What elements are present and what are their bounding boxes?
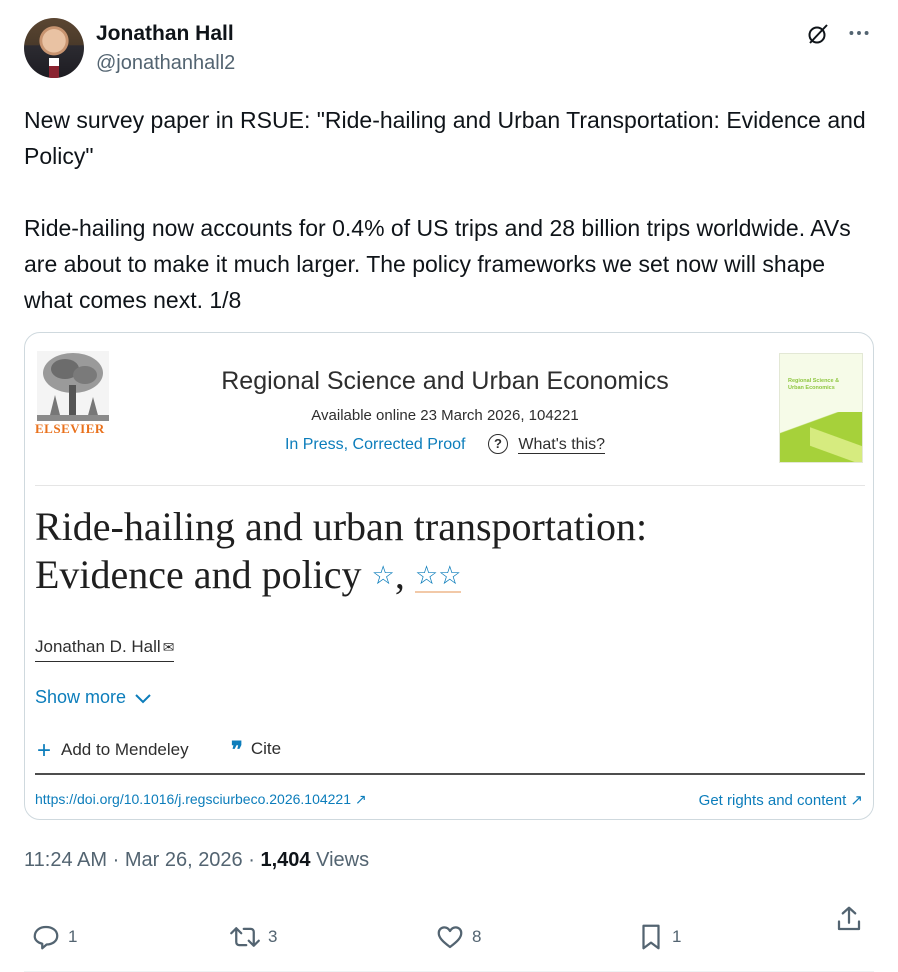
- show-more-button[interactable]: Show more: [35, 687, 152, 708]
- cite-button[interactable]: ❞ Cite: [231, 737, 281, 763]
- add-to-mendeley-button[interactable]: + Add to Mendeley: [37, 737, 189, 765]
- cover-title: Regional Science & Urban Economics: [788, 378, 840, 391]
- publisher-name: ELSEVIER: [35, 421, 105, 436]
- press-status[interactable]: In Press, Corrected Proof: [285, 436, 466, 453]
- show-more-label: Show more: [35, 687, 127, 707]
- quote-icon: ❞: [231, 737, 243, 763]
- grok-icon[interactable]: [806, 22, 830, 46]
- help-icon: ?: [487, 434, 508, 454]
- card-divider: [35, 485, 865, 486]
- paper-title: Ride-hailing and urban transportation: E…: [35, 503, 865, 600]
- double-star-icon[interactable]: ☆☆: [414, 561, 462, 593]
- avatar[interactable]: [24, 18, 84, 78]
- paper-author-link[interactable]: Jonathan D. Hall ✉: [35, 637, 175, 662]
- paper-title-line1: Ride-hailing and urban transportation:: [35, 504, 648, 549]
- journal-cover: Regional Science & Urban Economics: [779, 353, 863, 463]
- journal-title: Regional Science and Urban Economics: [221, 367, 669, 395]
- tweet-time[interactable]: 11:24 AM: [24, 849, 107, 871]
- share-button[interactable]: [834, 902, 870, 936]
- bookmark-button[interactable]: 1: [636, 920, 681, 954]
- tweet-meta: 11:24 AM · Mar 26, 2026 · 1,404 Views: [24, 849, 370, 871]
- chevron-down-icon: [135, 694, 151, 704]
- cite-label: Cite: [250, 739, 282, 758]
- star-icon[interactable]: ☆: [372, 561, 395, 591]
- author-handle[interactable]: @jonathanhall2: [96, 52, 235, 75]
- title-separator: ,: [394, 552, 405, 597]
- reply-button[interactable]: 1: [30, 920, 77, 954]
- tweet-text: New survey paper in RSUE: "Ride-hailing …: [24, 107, 866, 313]
- press-status-row: In Press, Corrected Proof ? What's this?: [145, 434, 745, 454]
- action-bar: 1 3 8 1: [24, 900, 874, 972]
- repost-icon: [230, 927, 260, 947]
- heart-icon: [437, 926, 463, 949]
- availability-text: Available online 23 March 2026, 104221: [311, 407, 579, 424]
- bookmark-count: 1: [672, 927, 682, 946]
- paper-author-name: Jonathan D. Hall: [35, 637, 161, 656]
- repost-count: 3: [268, 927, 278, 946]
- add-to-mendeley-label: Add to Mendeley: [61, 740, 189, 759]
- paper-title-line2: Evidence and policy: [35, 552, 362, 597]
- plus-icon: +: [37, 737, 52, 764]
- repost-button[interactable]: 3: [228, 920, 277, 954]
- card-divider-dark: [35, 773, 865, 775]
- reply-icon: [33, 925, 59, 950]
- whats-this-link[interactable]: What's this?: [518, 436, 606, 454]
- more-options-icon[interactable]: [846, 20, 872, 46]
- link-card[interactable]: ELSEVIER Regional Science and Urban Econ…: [24, 332, 874, 820]
- rights-link[interactable]: Get rights and content ↗: [699, 791, 863, 809]
- mail-icon: ✉: [162, 639, 175, 655]
- doi-link[interactable]: https://doi.org/10.1016/j.regsciurbeco.2…: [35, 791, 367, 808]
- reply-count: 1: [68, 927, 78, 946]
- tweet-date[interactable]: Mar 26, 2026: [125, 849, 243, 871]
- tweet-header: Jonathan Hall @jonathanhall2: [24, 16, 874, 80]
- views-label: Views: [316, 849, 370, 871]
- views-count: 1,404: [260, 849, 311, 871]
- share-icon: [837, 906, 861, 931]
- bookmark-icon: [642, 924, 660, 950]
- like-button[interactable]: 8: [434, 920, 481, 954]
- author-name[interactable]: Jonathan Hall: [96, 22, 234, 46]
- like-count: 8: [472, 927, 482, 946]
